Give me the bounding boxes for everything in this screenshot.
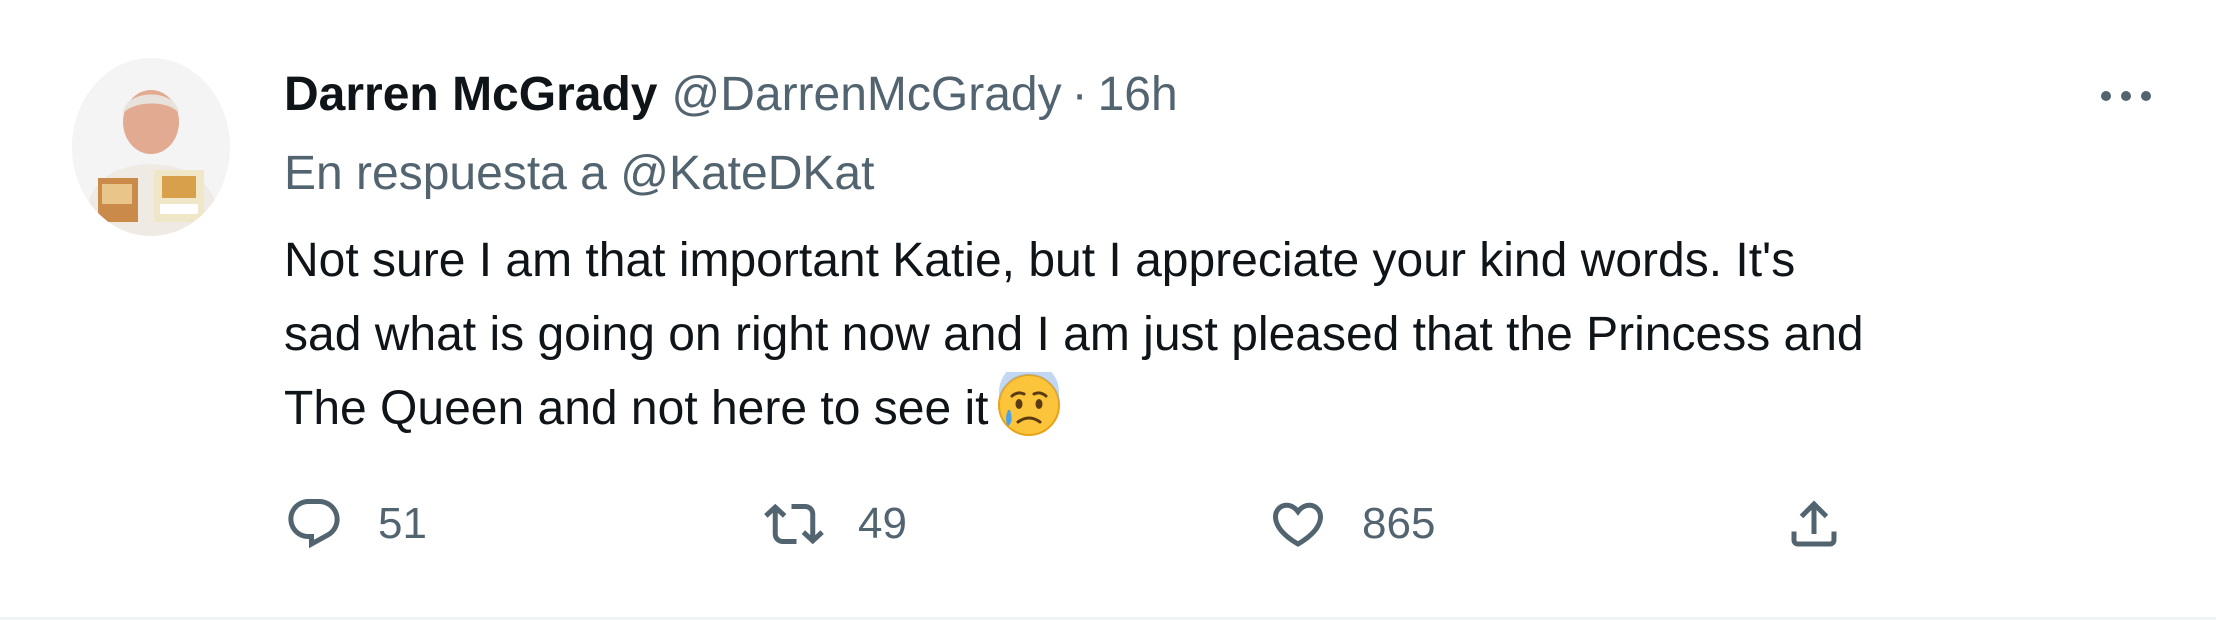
tweet-text-line: The Queen and not here to see it bbox=[284, 372, 2184, 446]
share-button[interactable] bbox=[1784, 484, 1844, 564]
reply-context: En respuesta a @KateDKat bbox=[284, 140, 874, 208]
more-icon bbox=[2101, 91, 2151, 101]
tweet-text-line: Not sure I am that important Katie, but … bbox=[284, 234, 1796, 287]
tweet-text: Not sure I am that important Katie, but … bbox=[284, 224, 2184, 446]
avatar[interactable] bbox=[72, 58, 230, 236]
like-count: 865 bbox=[1362, 499, 1436, 548]
reply-button[interactable]: 51 bbox=[284, 484, 427, 564]
author-handle[interactable]: @DarrenMcGrady bbox=[671, 60, 1061, 130]
like-button[interactable]: 865 bbox=[1268, 484, 1435, 564]
tweet-card[interactable]: Darren McGrady @DarrenMcGrady · 16h En r… bbox=[0, 0, 2216, 620]
author-display-name[interactable]: Darren McGrady bbox=[284, 60, 657, 130]
retweet-count: 49 bbox=[858, 499, 907, 548]
tweet-timestamp[interactable]: 16h bbox=[1098, 60, 1178, 130]
reply-mention-link[interactable]: @KateDKat bbox=[620, 147, 874, 200]
tweet-text-line: sad what is going on right now and I am … bbox=[284, 308, 1864, 361]
reply-count: 51 bbox=[378, 499, 427, 548]
share-icon bbox=[1791, 500, 1837, 547]
retweet-icon bbox=[764, 503, 824, 545]
reply-icon bbox=[288, 499, 340, 549]
heart-icon bbox=[1272, 502, 1324, 547]
more-options-button[interactable] bbox=[2090, 66, 2162, 126]
tweet-actions: 51 49 865 bbox=[284, 484, 2184, 564]
separator-dot: · bbox=[1071, 68, 1088, 121]
avatar-photo-icon bbox=[72, 58, 230, 236]
retweet-button[interactable]: 49 bbox=[764, 484, 907, 564]
reply-prefix: En respuesta a bbox=[284, 147, 607, 200]
tweet-text-fragment: The Queen and not here to see it bbox=[284, 382, 989, 435]
tweet-header: Darren McGrady @DarrenMcGrady · 16h bbox=[284, 60, 1178, 130]
sad-but-relieved-face-icon bbox=[996, 372, 1062, 438]
